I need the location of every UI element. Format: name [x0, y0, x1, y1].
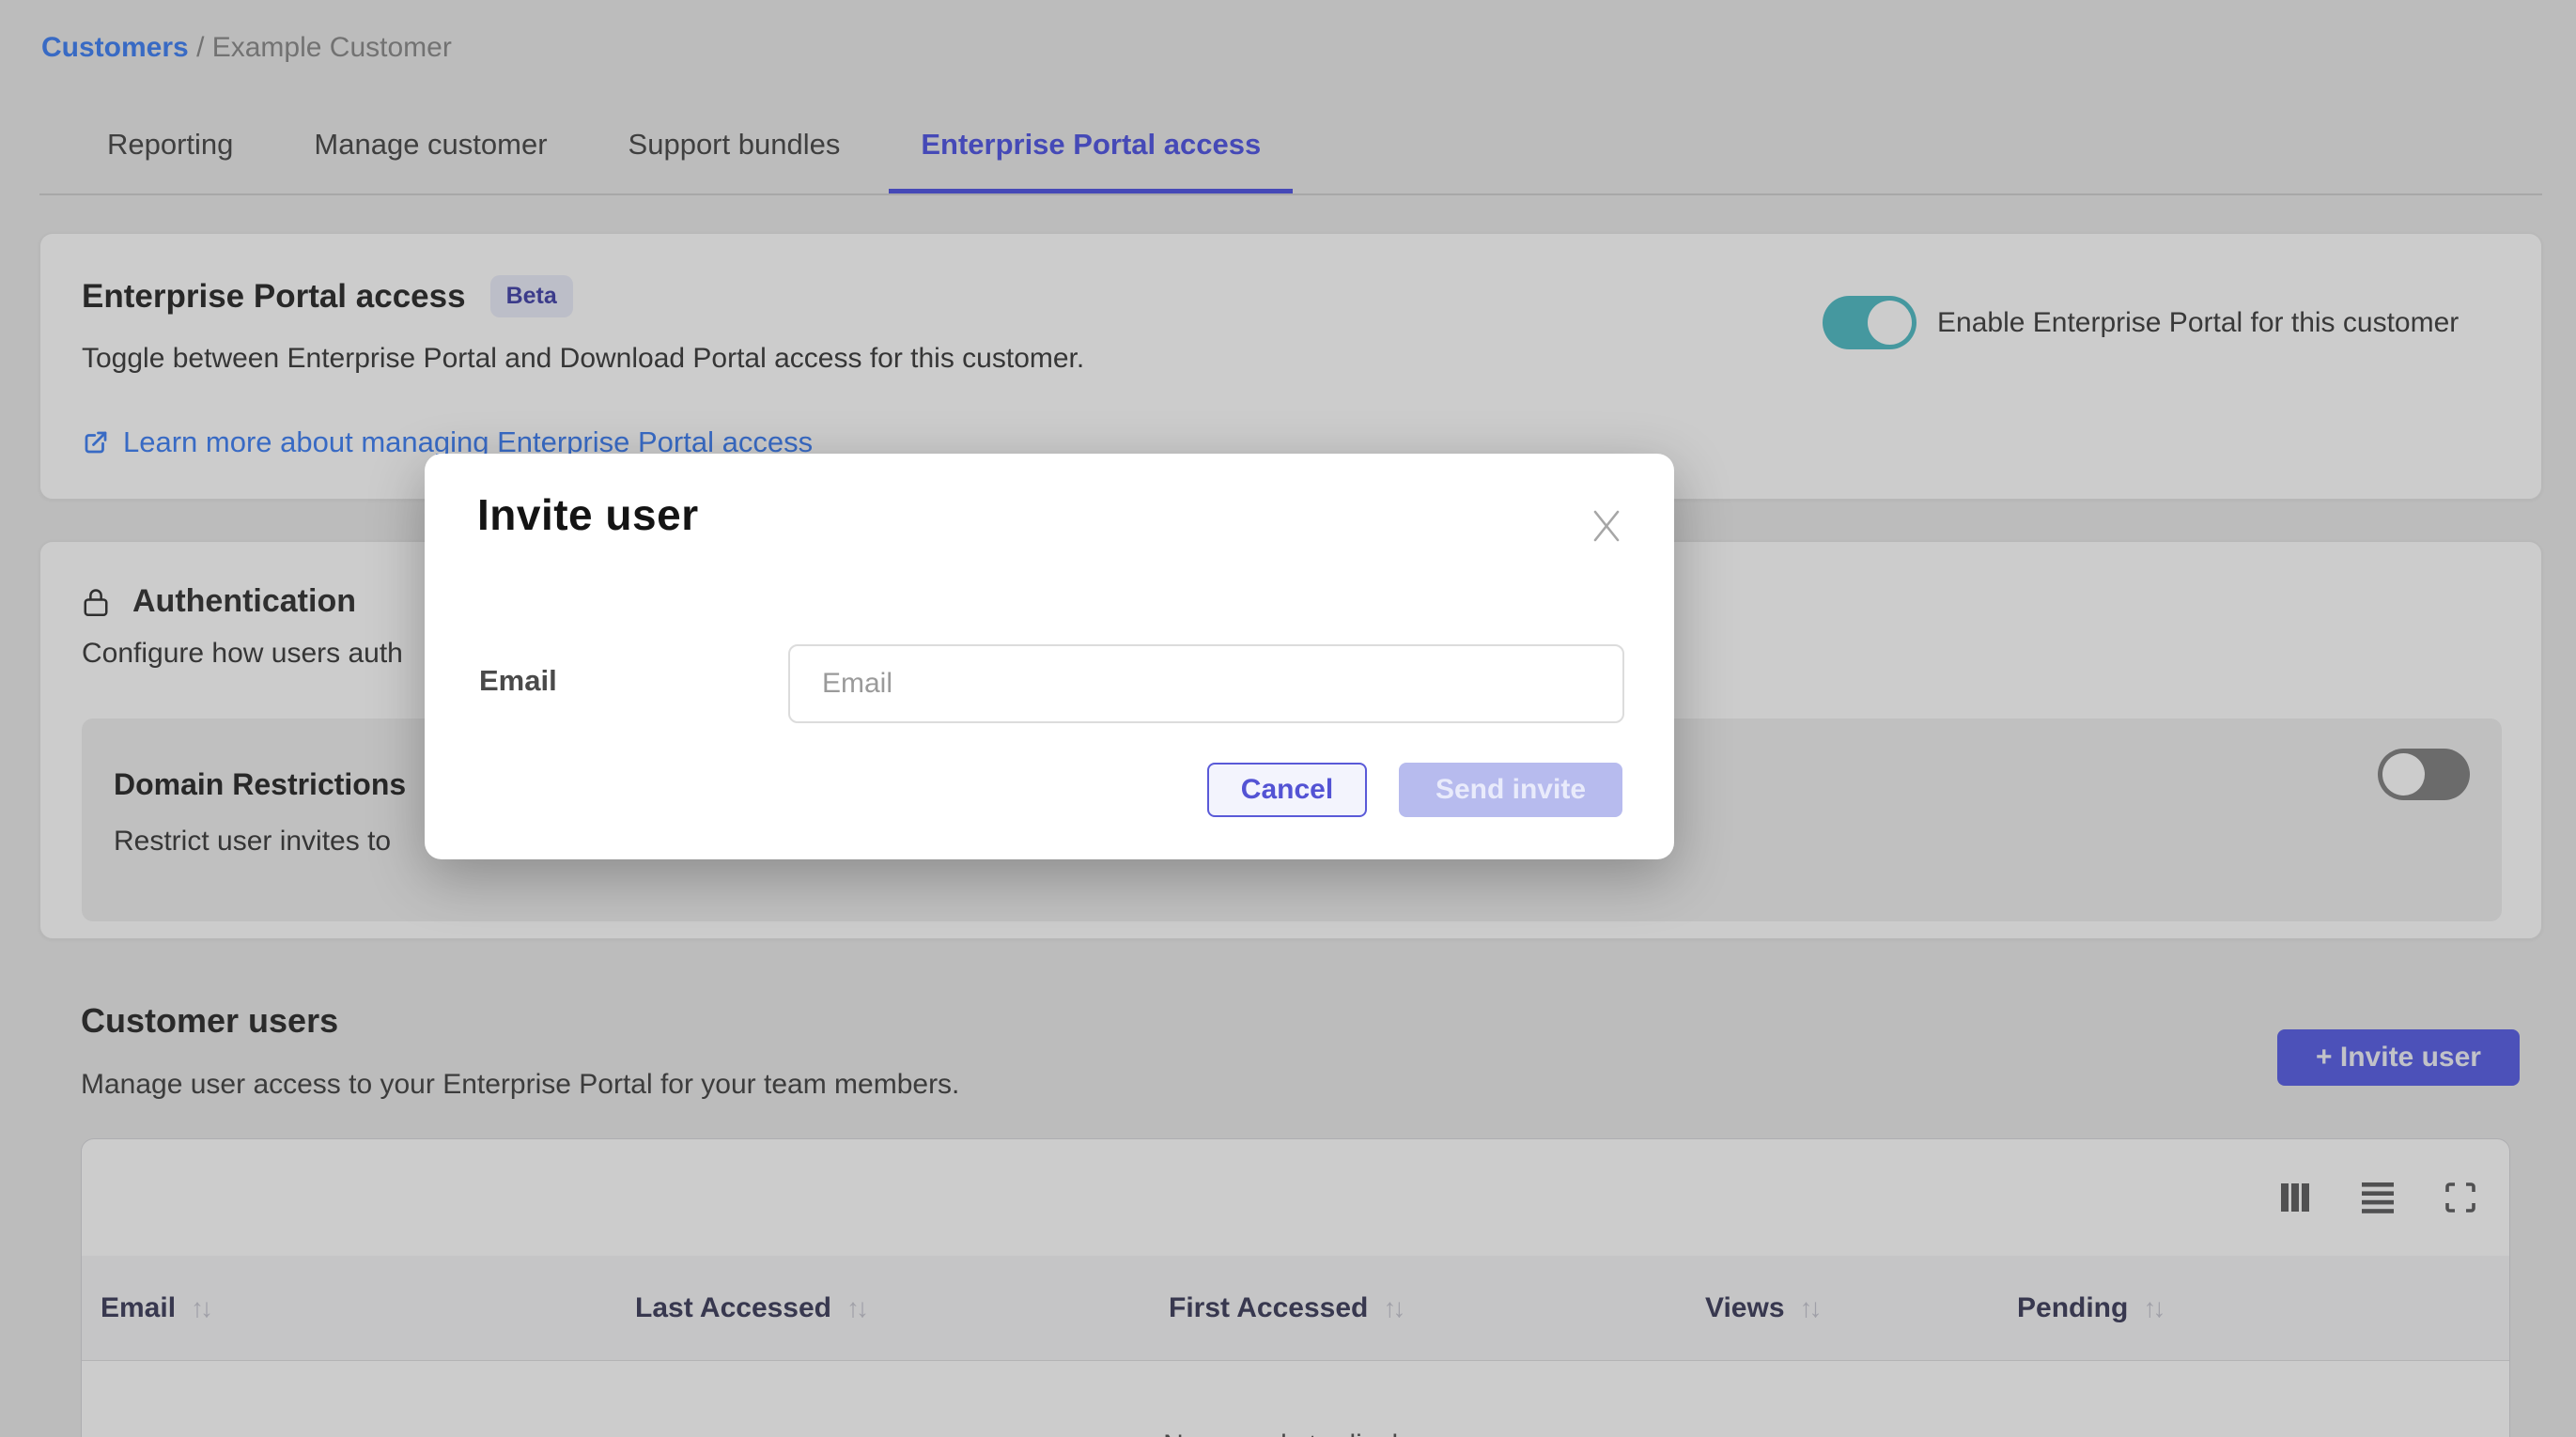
- modal-title: Invite user: [477, 489, 699, 540]
- email-input[interactable]: [788, 644, 1624, 723]
- email-field-label: Email: [479, 664, 557, 698]
- invite-user-modal: Invite user Email Cancel Send invite: [425, 454, 1674, 859]
- page: Customers / Example Customer Reporting M…: [0, 0, 2576, 1437]
- close-icon[interactable]: [1588, 506, 1625, 544]
- send-invite-button[interactable]: Send invite: [1399, 763, 1622, 817]
- cancel-button[interactable]: Cancel: [1207, 763, 1367, 817]
